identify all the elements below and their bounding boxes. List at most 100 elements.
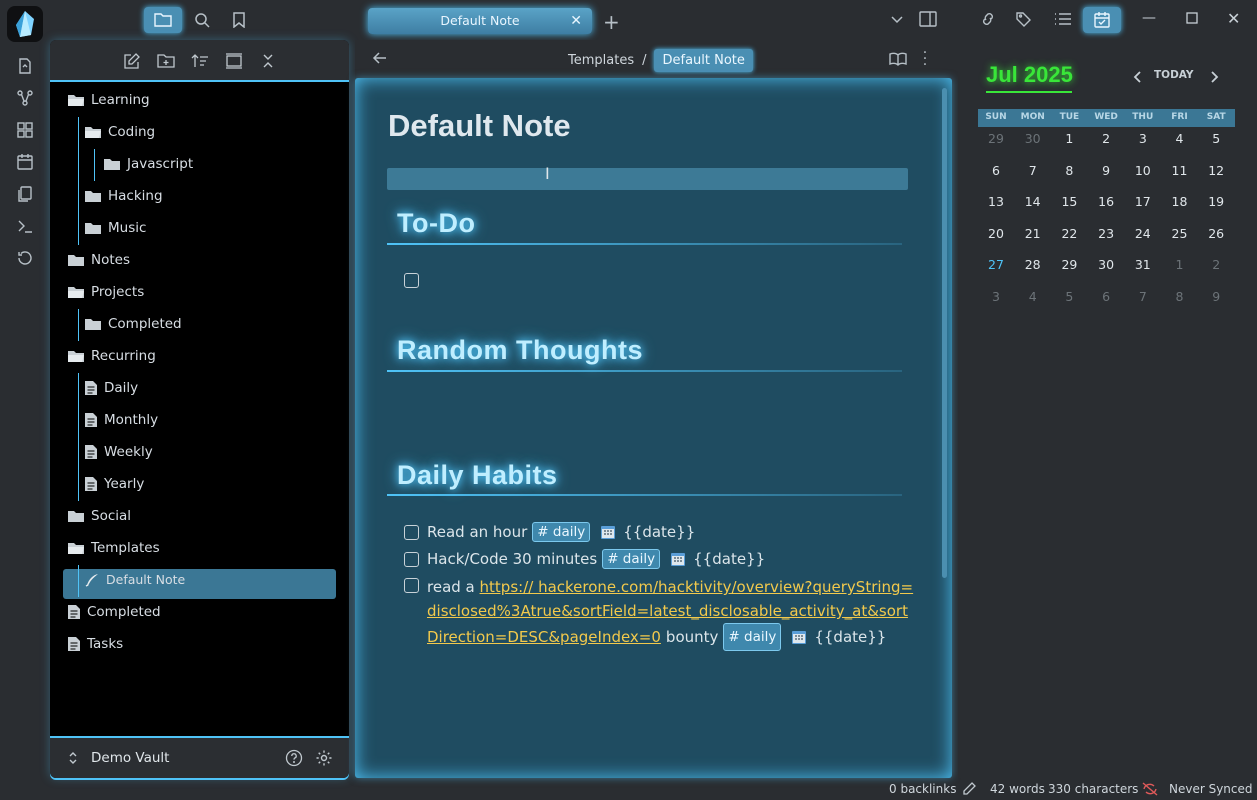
minimize-window-icon[interactable]: — <box>1142 10 1156 26</box>
graph-view-icon[interactable] <box>15 88 35 108</box>
next-month-icon[interactable] <box>1210 70 1220 84</box>
calendar-day[interactable]: 3 <box>978 289 1014 304</box>
tree-item[interactable]: Tasks <box>67 631 123 657</box>
tag-daily[interactable]: # daily <box>723 623 782 651</box>
canvas-icon[interactable] <box>15 120 35 140</box>
calendar-day[interactable]: 30 <box>1015 131 1051 146</box>
bookmark-icon[interactable] <box>220 7 258 33</box>
tree-item[interactable]: Projects <box>67 279 144 305</box>
sync-disabled-icon[interactable] <box>1142 782 1158 796</box>
calendar-day[interactable]: 3 <box>1125 131 1161 146</box>
tree-item[interactable]: Recurring <box>67 343 156 369</box>
calendar-day[interactable]: 25 <box>1162 226 1198 241</box>
calendar-day[interactable]: 12 <box>1198 163 1234 178</box>
breadcrumb-templates[interactable]: Templates <box>568 53 634 68</box>
search-icon[interactable] <box>183 7 221 33</box>
hackerone-link-line1[interactable]: https:// hackerone.com/hacktivity/overvi… <box>480 578 914 596</box>
habit-checkbox[interactable] <box>404 578 419 593</box>
note-title[interactable]: Default Note <box>388 108 571 144</box>
chevron-down-icon[interactable] <box>890 12 904 26</box>
backlinks-link-icon[interactable] <box>979 11 997 27</box>
today-button[interactable]: TODAY <box>1154 69 1194 81</box>
heading-todo[interactable]: To-Do <box>397 208 475 239</box>
history-icon[interactable] <box>15 248 35 268</box>
calendar-day[interactable]: 4 <box>1162 131 1198 146</box>
calendar-day[interactable]: 2 <box>1198 257 1234 272</box>
tree-item[interactable]: Weekly <box>84 439 153 465</box>
heading-random-thoughts[interactable]: Random Thoughts <box>397 335 643 366</box>
auto-reveal-icon[interactable] <box>224 52 244 70</box>
calendar-day[interactable]: 31 <box>1125 257 1161 272</box>
tree-item[interactable]: Templates <box>67 535 160 561</box>
calendar-day[interactable]: 9 <box>1088 163 1124 178</box>
open-quick-switcher-icon[interactable] <box>15 56 35 76</box>
heading-daily-habits[interactable]: Daily Habits <box>397 460 558 491</box>
calendar-day[interactable]: 22 <box>1051 226 1087 241</box>
calendar-day[interactable]: 21 <box>1015 226 1051 241</box>
close-tab-icon[interactable]: ✕ <box>570 8 582 34</box>
hackerone-link-line3[interactable]: Direction=DESC&pageIndex=0 <box>427 625 661 649</box>
sync-status[interactable]: Never Synced <box>1169 782 1253 796</box>
back-arrow-icon[interactable] <box>372 51 388 65</box>
calendar-day[interactable]: 18 <box>1162 194 1198 209</box>
calendar-day[interactable]: 6 <box>1088 289 1124 304</box>
command-palette-icon[interactable] <box>15 216 35 236</box>
calendar-day[interactable]: 6 <box>978 163 1014 178</box>
tree-item[interactable]: Default Note <box>84 567 185 593</box>
edit-pencil-icon[interactable] <box>962 782 976 796</box>
calendar-day[interactable]: 28 <box>1015 257 1051 272</box>
calendar-day[interactable]: 29 <box>978 131 1014 146</box>
calendar-view-icon[interactable] <box>1083 7 1121 33</box>
calendar-day[interactable]: 10 <box>1125 163 1161 178</box>
calendar-day[interactable]: 15 <box>1051 194 1087 209</box>
tag-daily[interactable]: # daily <box>532 522 591 542</box>
calendar-day[interactable]: 5 <box>1198 131 1234 146</box>
tree-item[interactable]: Coding <box>84 119 155 145</box>
calendar-day[interactable]: 8 <box>1051 163 1087 178</box>
tree-item[interactable]: Learning <box>67 87 150 113</box>
calendar-day[interactable]: 4 <box>1015 289 1051 304</box>
calendar-day[interactable]: 2 <box>1088 131 1124 146</box>
calendar-day[interactable]: 1 <box>1162 257 1198 272</box>
todo-checkbox[interactable] <box>404 273 419 288</box>
vault-switch-chevrons-icon[interactable] <box>68 751 78 765</box>
templates-copy-icon[interactable] <box>15 184 35 204</box>
calendar-day[interactable]: 23 <box>1088 226 1124 241</box>
settings-gear-icon[interactable] <box>315 749 333 767</box>
breadcrumb-current[interactable]: Default Note <box>654 49 753 72</box>
new-tab-plus-icon[interactable]: + <box>603 10 620 34</box>
tree-item[interactable]: Completed <box>84 311 182 337</box>
tree-item[interactable]: Completed <box>67 599 161 625</box>
calendar-day[interactable]: 7 <box>1125 289 1161 304</box>
calendar-day[interactable]: 9 <box>1198 289 1234 304</box>
calendar-day[interactable]: 16 <box>1088 194 1124 209</box>
habit-checkbox[interactable] <box>404 525 419 540</box>
habit-checkbox[interactable] <box>404 552 419 567</box>
note-editor[interactable]: Default Note I To-Do Random Thoughts Dai… <box>355 78 952 778</box>
properties-bar[interactable] <box>387 168 908 190</box>
help-icon[interactable] <box>285 749 303 767</box>
tree-item[interactable]: Music <box>84 215 146 241</box>
tree-item[interactable]: Notes <box>67 247 130 273</box>
sort-order-icon[interactable] <box>190 52 210 70</box>
calendar-day[interactable]: 5 <box>1051 289 1087 304</box>
calendar-day[interactable]: 30 <box>1088 257 1124 272</box>
calendar-day[interactable]: 7 <box>1015 163 1051 178</box>
tree-item[interactable]: Yearly <box>84 471 144 497</box>
new-note-icon[interactable] <box>121 52 141 70</box>
calendar-day[interactable]: 29 <box>1051 257 1087 272</box>
calendar-day[interactable]: 13 <box>978 194 1014 209</box>
calendar-day[interactable]: 20 <box>978 226 1014 241</box>
tags-icon[interactable] <box>1016 11 1034 27</box>
calendar-day[interactable]: 17 <box>1125 194 1161 209</box>
reading-view-book-icon[interactable] <box>889 52 907 66</box>
calendar-day[interactable]: 14 <box>1015 194 1051 209</box>
calendar-day[interactable]: 27 <box>978 257 1014 272</box>
calendar-day[interactable]: 24 <box>1125 226 1161 241</box>
calendar-day[interactable]: 19 <box>1198 194 1234 209</box>
tree-item[interactable]: Monthly <box>84 407 158 433</box>
calendar-day[interactable]: 1 <box>1051 131 1087 146</box>
daily-note-calendar-icon[interactable] <box>15 152 35 172</box>
vault-name[interactable]: Demo Vault <box>91 750 169 766</box>
maximize-window-icon[interactable] <box>1186 12 1198 24</box>
